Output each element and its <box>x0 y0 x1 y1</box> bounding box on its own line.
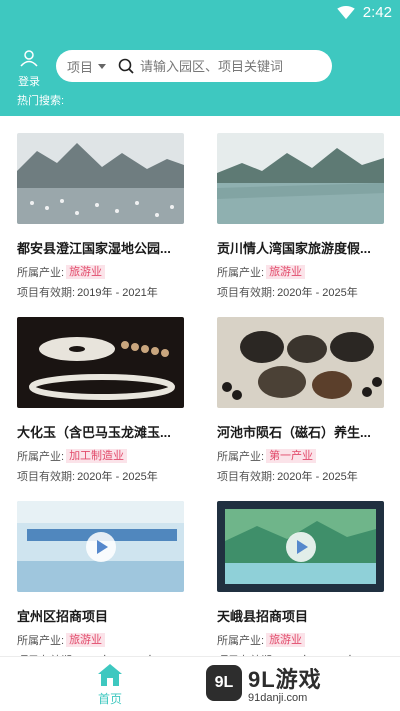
play-icon <box>285 531 316 562</box>
video-thumbnail[interactable] <box>17 501 184 592</box>
industry-tag: 旅游业 <box>66 265 106 279</box>
industry-tag: 旅游业 <box>66 633 106 647</box>
project-card[interactable]: 河池市陨石（磁石）养生... 所属产业: 第一产业 项目有效期: 2020年 - 2… <box>217 317 387 483</box>
watermark-brand: 9L游戏 <box>248 667 322 692</box>
project-card[interactable]: 宜州区招商项目 所属产业:旅游业 项目有效期:2020年 - 2025年 <box>17 501 187 667</box>
industry-tag: 第一产业 <box>266 449 317 463</box>
project-card[interactable]: 贡川情人湾国家旅游度假... 所属产业: 旅游业 项目有效期: 2020年 - 20… <box>217 133 387 299</box>
industry-label: 所属产业: <box>217 267 265 279</box>
industry-tag: 旅游业 <box>266 265 306 279</box>
tab-home[interactable]: 首页 <box>90 663 130 707</box>
project-title: 天峨县招商项目 <box>217 609 309 624</box>
validity-value: 2020年 - 2025年 <box>277 287 358 299</box>
project-card[interactable]: 天峨县招商项目 所属产业:旅游业 项目有效期:2020年 - 2025年 <box>217 501 387 667</box>
validity-value: 2020年 - 2025年 <box>77 471 158 483</box>
industry-tag: 旅游业 <box>266 633 306 647</box>
clock: 2:42 <box>362 4 392 21</box>
project-title: 河池市陨石（磁石）养生... <box>217 425 371 440</box>
validity-label: 项目有效期: <box>217 471 276 483</box>
video-thumbnail[interactable] <box>217 501 384 592</box>
validity-value: 2020年 - 2025年 <box>277 471 358 483</box>
project-title: 大化玉（含巴马玉龙滩玉... <box>17 425 171 440</box>
project-card[interactable]: 大化玉（含巴马玉龙滩玉... 所属产业: 加工制造业 项目有效期: 2020年 - … <box>17 317 187 483</box>
project-card[interactable]: 都安县澄江国家湿地公园... 所属产业: 旅游业 项目有效期: 2019年 - 20… <box>17 133 187 299</box>
login-button[interactable]: 登录 <box>14 50 44 89</box>
industry-label: 所属产业: <box>217 451 265 463</box>
industry-label: 所属产业: <box>217 635 265 647</box>
project-title: 都安县澄江国家湿地公园... <box>17 241 171 256</box>
validity-label: 项目有效期: <box>17 471 76 483</box>
watermark-logo: 9L <box>206 665 242 701</box>
project-image <box>17 133 184 224</box>
project-image <box>17 317 184 408</box>
validity-value: 2019年 - 2021年 <box>77 287 158 299</box>
industry-tag: 加工制造业 <box>66 449 128 463</box>
industry-label: 所属产业: <box>17 635 65 647</box>
header: 2:42 登录 项目 热门搜索: <box>0 0 400 116</box>
hot-search-label: 热门搜索: <box>17 95 65 107</box>
validity-label: 项目有效期: <box>17 287 76 299</box>
search-category-select[interactable]: 项目 <box>67 57 93 76</box>
home-icon <box>98 664 122 686</box>
project-title: 贡川情人湾国家旅游度假... <box>217 241 371 256</box>
chevron-down-icon <box>98 63 107 69</box>
project-image <box>217 133 384 224</box>
project-image <box>217 317 384 408</box>
tab-home-label: 首页 <box>97 692 122 706</box>
project-title: 宜州区招商项目 <box>17 609 109 624</box>
search-icon <box>118 58 134 74</box>
watermark: 9L 9L游戏 91danji.com <box>206 662 386 704</box>
play-icon <box>85 531 116 562</box>
industry-label: 所属产业: <box>17 267 65 279</box>
login-label: 登录 <box>18 76 40 88</box>
watermark-url: 91danji.com <box>248 692 308 704</box>
status-bar: 2:42 <box>0 0 400 26</box>
validity-label: 项目有效期: <box>217 287 276 299</box>
wifi-icon <box>337 5 355 19</box>
industry-label: 所属产业: <box>17 451 65 463</box>
search-input[interactable] <box>138 57 323 75</box>
user-icon <box>20 50 38 67</box>
search-bar: 项目 <box>56 50 332 82</box>
